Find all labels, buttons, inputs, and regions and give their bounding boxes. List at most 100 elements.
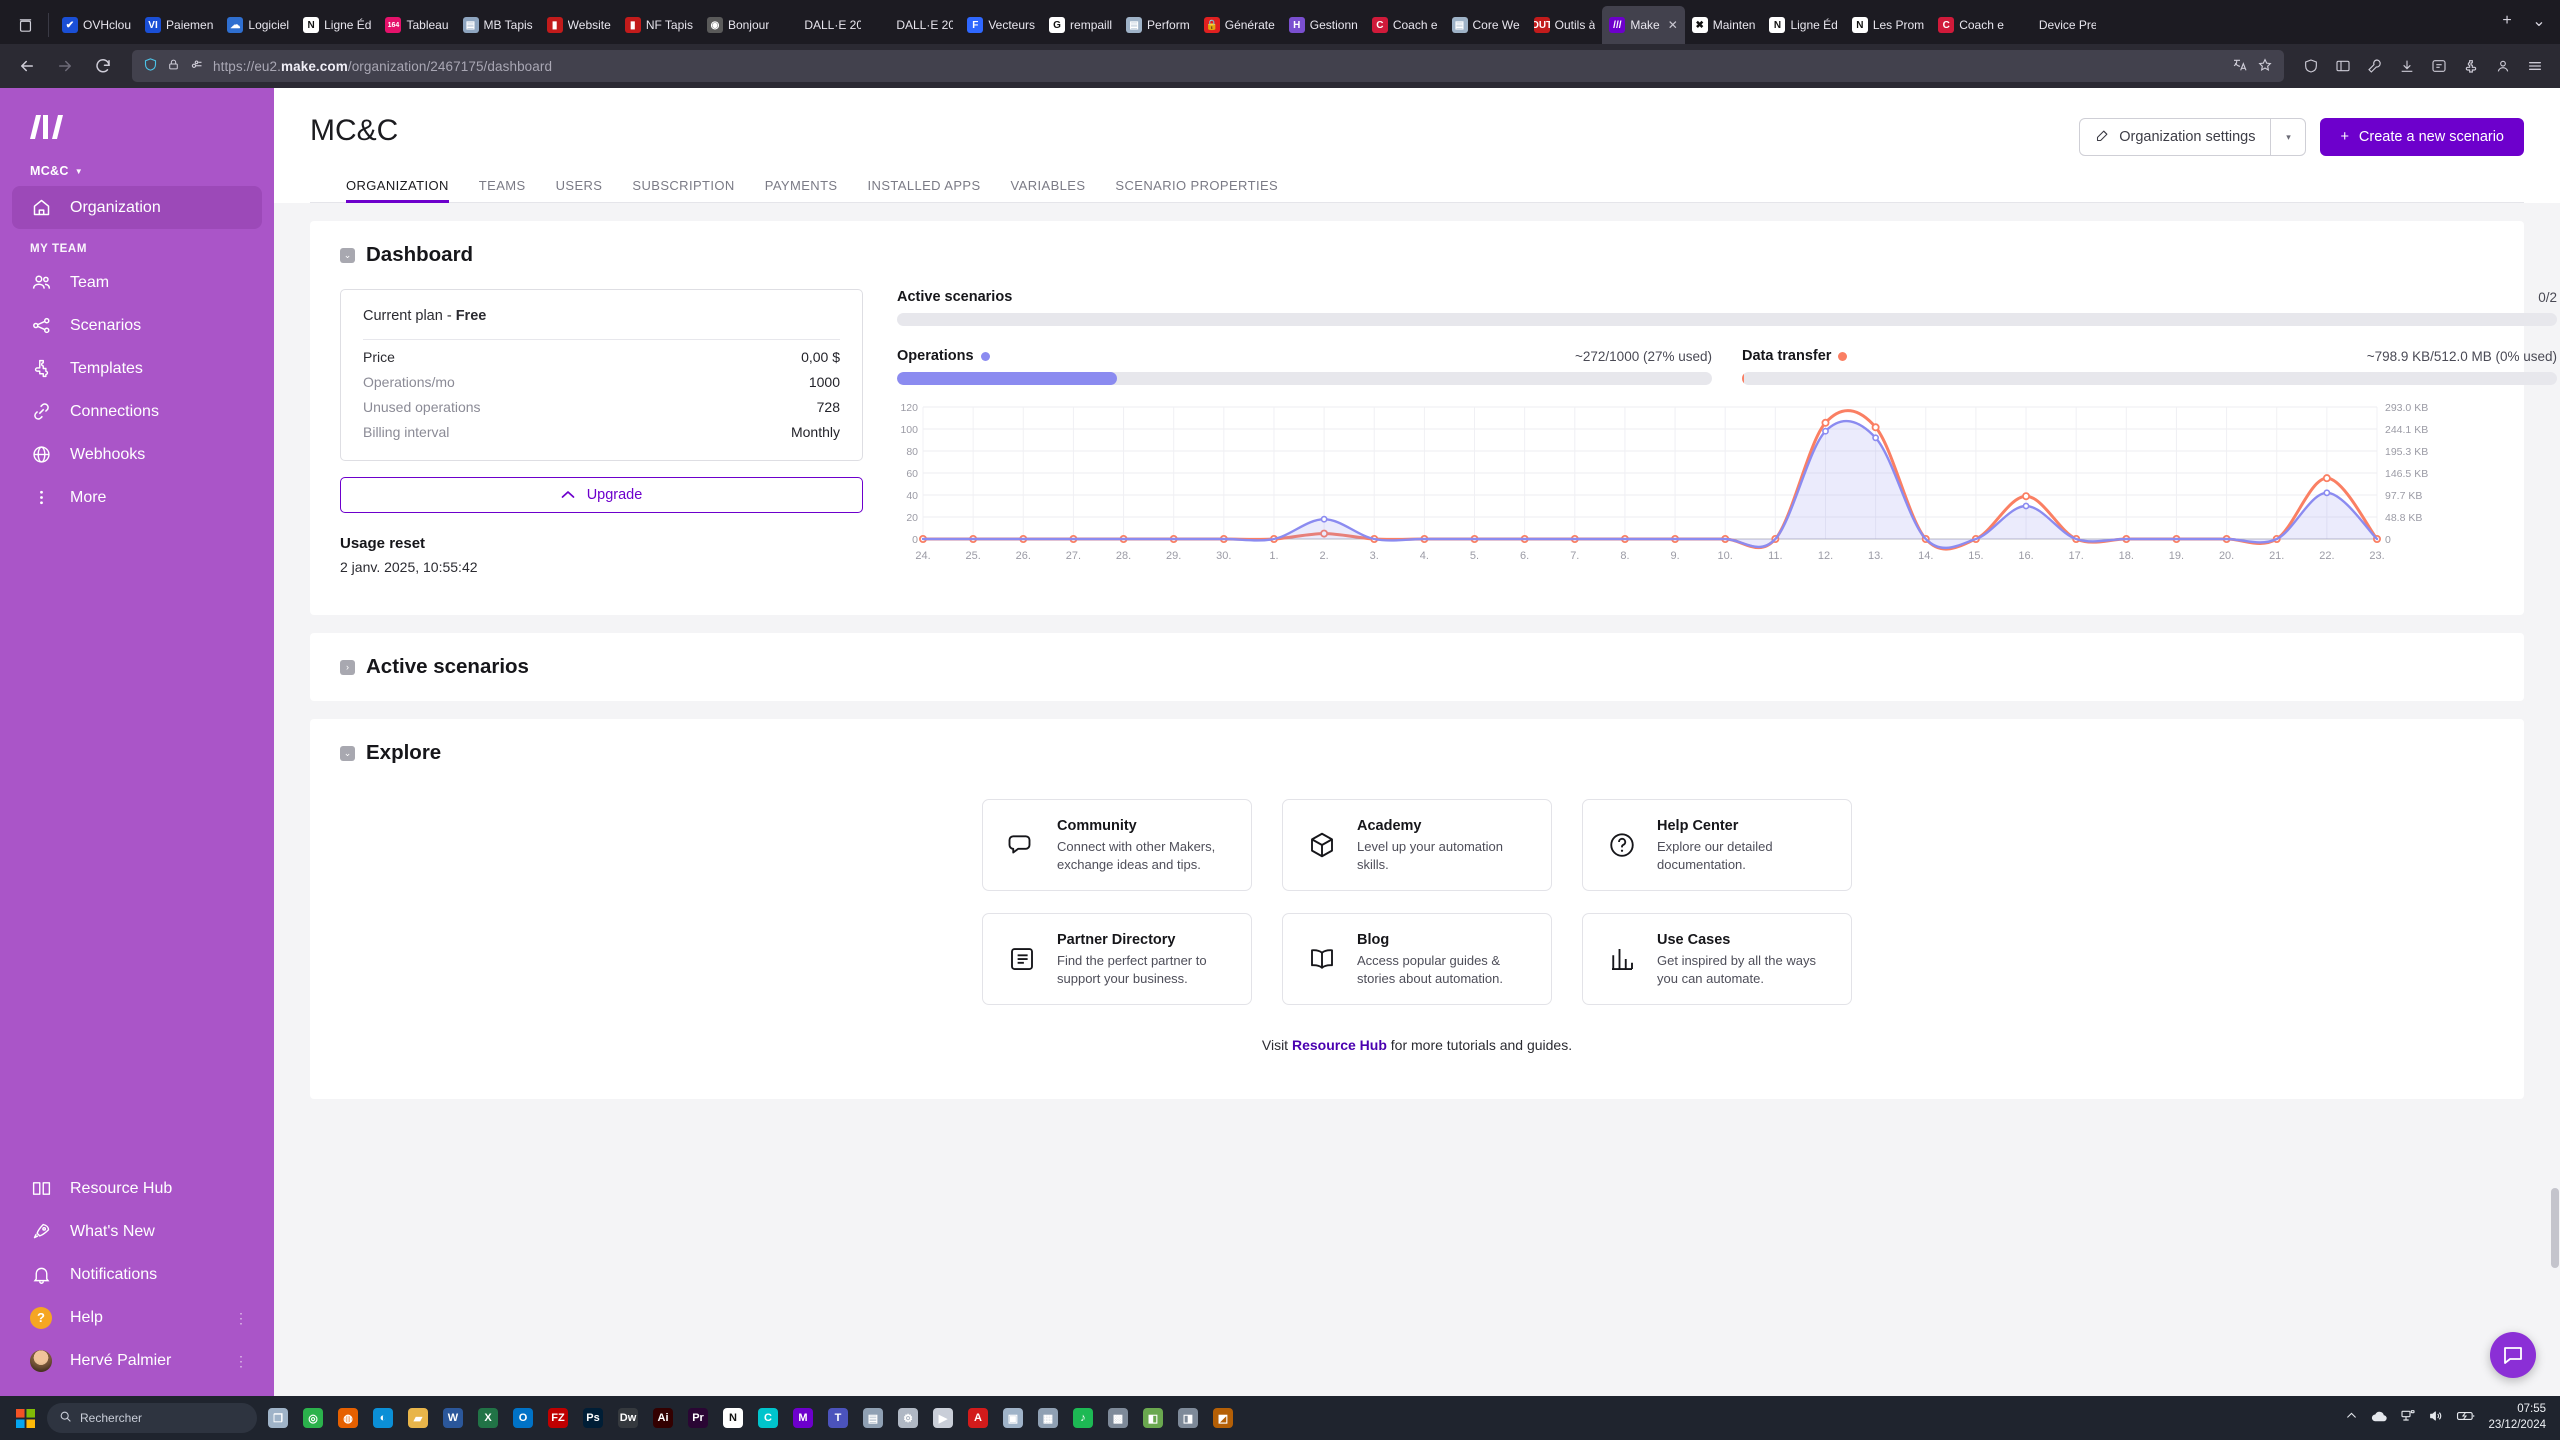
explore-card-community[interactable]: Community Connect with other Makers, exc… (982, 799, 1252, 891)
tab-subscription[interactable]: SUBSCRIPTION (632, 178, 734, 202)
taskbar-app-edge[interactable]: ◐ (367, 1401, 399, 1435)
browser-tab[interactable]: N Ligne Éd (1762, 6, 1844, 44)
account-icon[interactable] (2424, 51, 2454, 81)
resource-hub-link[interactable]: Resource Hub (1292, 1037, 1387, 1053)
chevron-down-icon[interactable]: ⌄ (340, 745, 355, 761)
network-icon[interactable] (2400, 1408, 2416, 1429)
taskbar-app-app4[interactable]: ◩ (1207, 1401, 1239, 1435)
taskbar-app-notion[interactable]: N (717, 1401, 749, 1435)
taskbar-app-word[interactable]: W (437, 1401, 469, 1435)
tab-users[interactable]: USERS (556, 178, 603, 202)
volume-icon[interactable] (2428, 1408, 2444, 1429)
chevron-up-icon[interactable] (2345, 1409, 2358, 1427)
tab-installed-apps[interactable]: INSTALLED APPS (868, 178, 981, 202)
taskbar-app-excel[interactable]: X (472, 1401, 504, 1435)
browser-tab[interactable]: Device Previ (2011, 6, 2103, 44)
browser-tab[interactable]: ◉ Bonjour (700, 6, 776, 44)
dashboard-section-header[interactable]: ⌄ Dashboard (310, 221, 2524, 289)
sidebar-item-webhooks[interactable]: Webhooks (12, 433, 262, 476)
browser-tab[interactable]: ▤ Core We (1445, 6, 1527, 44)
explore-card-help-center[interactable]: Help Center Explore our detailed documen… (1582, 799, 1852, 891)
shield-icon[interactable] (143, 57, 158, 75)
explore-card-blog[interactable]: Blog Access popular guides & stories abo… (1282, 913, 1552, 1005)
sidebar-item-resource-hub[interactable]: Resource Hub (12, 1167, 262, 1210)
taskbar-app-app3[interactable]: ◨ (1172, 1401, 1204, 1435)
sidebar-item-notifications[interactable]: Notifications (12, 1253, 262, 1296)
forward-button[interactable] (48, 49, 82, 83)
taskbar-app-app2[interactable]: ◧ (1137, 1401, 1169, 1435)
chevron-right-icon[interactable]: › (340, 659, 355, 675)
lock-icon[interactable] (167, 58, 180, 74)
app-menu-icon[interactable] (2520, 51, 2550, 81)
browser-tab[interactable]: OUT Outils à (1527, 6, 1603, 44)
browser-tab[interactable]: C Coach e (1365, 6, 1445, 44)
taskbar-app-calc[interactable]: ▤ (857, 1401, 889, 1435)
taskbar-clock[interactable]: 07:55 23/12/2024 (2488, 1402, 2546, 1433)
sidebar-item-help[interactable]: ? Help ⋮ (12, 1296, 262, 1339)
create-scenario-button[interactable]: + Create a new scenario (2320, 118, 2524, 156)
bookmark-star-icon[interactable] (2257, 57, 2273, 76)
permissions-icon[interactable] (189, 57, 204, 75)
sidebar-toggle-icon[interactable] (2328, 51, 2358, 81)
chevron-down-icon[interactable]: ⌄ (340, 247, 355, 263)
taskbar-app-folder[interactable]: ▰ (402, 1401, 434, 1435)
explore-card-partner-directory[interactable]: Partner Directory Find the perfect partn… (982, 913, 1252, 1005)
sidebar-item-user[interactable]: Hervé Palmier ⋮ (12, 1339, 262, 1382)
sidebar-item-connections[interactable]: Connections (12, 390, 262, 433)
shield-toolbar-icon[interactable] (2296, 51, 2326, 81)
taskbar-app-acrobat[interactable]: A (962, 1401, 994, 1435)
sidebar-item-organization[interactable]: Organization (12, 186, 262, 229)
browser-tab[interactable]: N Les Prom (1845, 6, 1931, 44)
taskbar-app-firefox[interactable]: ◍ (332, 1401, 364, 1435)
browser-tab[interactable]: ▤ MB Tapis (456, 6, 540, 44)
reload-button[interactable] (86, 49, 120, 83)
chat-support-button[interactable] (2490, 1332, 2536, 1378)
taskbar-app-teams[interactable]: T (822, 1401, 854, 1435)
browser-tab[interactable]: ☁ Logiciel (220, 6, 296, 44)
taskbar-app-video[interactable]: ▶ (927, 1401, 959, 1435)
help-options-icon[interactable]: ⋮ (234, 1311, 248, 1325)
downloads-icon[interactable] (2392, 51, 2422, 81)
extensions-icon[interactable] (2456, 51, 2486, 81)
browser-tab[interactable]: Grempaill (1042, 6, 1119, 44)
browser-tab[interactable]: H Gestionn (1282, 6, 1365, 44)
page-scrollbar[interactable] (2550, 88, 2560, 1396)
taskbar-app-canva[interactable]: C (752, 1401, 784, 1435)
sidebar-item-scenarios[interactable]: Scenarios (12, 304, 262, 347)
taskbar-app-make[interactable]: M (787, 1401, 819, 1435)
taskbar-app-settings[interactable]: ⚙ (892, 1401, 924, 1435)
browser-tab[interactable]: ✖ Mainten (1685, 6, 1763, 44)
close-icon[interactable]: ✕ (1665, 18, 1678, 32)
browser-tab[interactable]: ▮ Website (540, 6, 618, 44)
user-options-icon[interactable]: ⋮ (234, 1354, 248, 1368)
translate-icon[interactable] (2232, 57, 2248, 76)
browser-tab[interactable]: ▮ NF Tapis (618, 6, 700, 44)
new-tab-button[interactable]: + (2492, 6, 2522, 36)
tab-scenario-properties[interactable]: SCENARIO PROPERTIES (1115, 178, 1278, 202)
browser-tab[interactable]: 🔒 Générate (1197, 6, 1282, 44)
taskbar-app-app1[interactable]: ▩ (1102, 1401, 1134, 1435)
tab-variables[interactable]: VARIABLES (1011, 178, 1086, 202)
explore-card-use-cases[interactable]: Use Cases Get inspired by all the ways y… (1582, 913, 1852, 1005)
make-logo[interactable] (0, 88, 274, 150)
tab-organization[interactable]: ORGANIZATION (346, 178, 449, 203)
explore-section-header[interactable]: ⌄ Explore (310, 719, 2524, 787)
browser-tab[interactable]: 164 Tableau (378, 6, 455, 44)
battery-icon[interactable] (2456, 1409, 2476, 1428)
org-switcher[interactable]: MC&C ▼ (0, 150, 274, 186)
taskbar-app-illustrator[interactable]: Ai (647, 1401, 679, 1435)
onedrive-icon[interactable] (2370, 1409, 2388, 1428)
tab-teams[interactable]: TEAMS (479, 178, 526, 202)
sidebar-item-templates[interactable]: Templates (12, 347, 262, 390)
browser-tab[interactable]: ✔ OVHclou (55, 6, 138, 44)
taskbar-app-doc[interactable]: ▣ (997, 1401, 1029, 1435)
firefox-view-button[interactable] (4, 6, 46, 44)
organization-settings-button[interactable]: Organization settings ▾ (2079, 118, 2307, 156)
sidebar-item-team[interactable]: Team (12, 261, 262, 304)
taskbar-app-dreamweaver[interactable]: Dw (612, 1401, 644, 1435)
profile-icon[interactable] (2488, 51, 2518, 81)
browser-tab[interactable]: N Ligne Éd (296, 6, 378, 44)
settings-dropdown-caret[interactable]: ▾ (2271, 119, 2305, 155)
list-all-tabs-button[interactable]: ⌄ (2524, 6, 2554, 36)
start-button[interactable] (8, 1401, 42, 1435)
